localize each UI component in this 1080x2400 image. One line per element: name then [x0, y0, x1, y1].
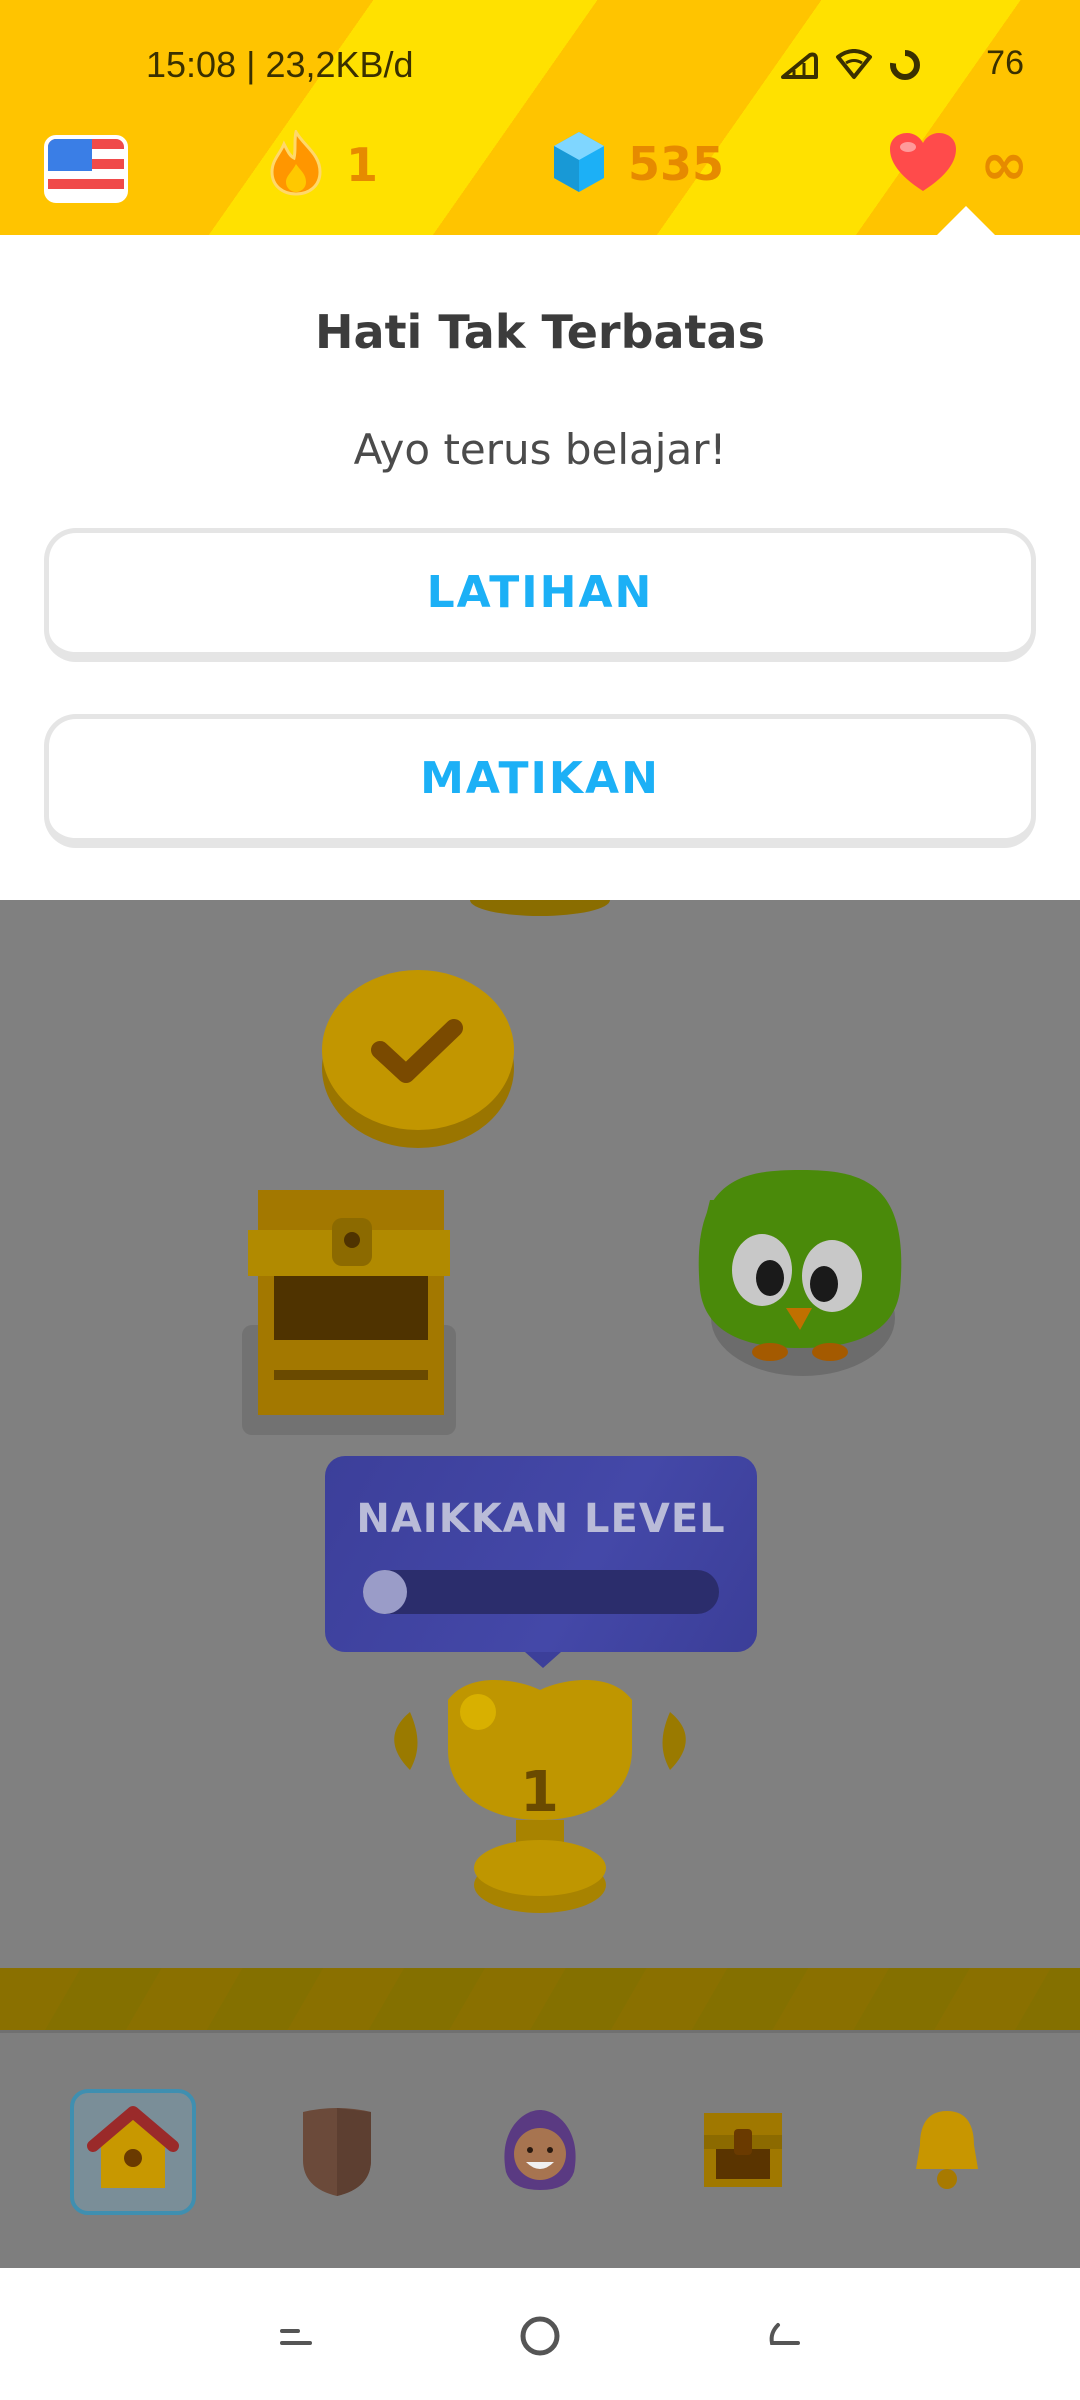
recents-button[interactable]	[256, 2298, 336, 2378]
tab-learn[interactable]	[70, 2089, 196, 2215]
owl-mascot	[698, 1170, 902, 1376]
course-flag-icon[interactable]	[44, 135, 128, 203]
home-button[interactable]	[500, 2298, 580, 2378]
unlimited-hearts-popover: Hati Tak Terbatas Ayo terus belajar! LAT…	[0, 235, 1080, 900]
status-time: 15:08 | 23,2KB/d	[146, 44, 414, 85]
hearts-counter[interactable]: ∞	[888, 130, 1028, 198]
dimmed-path-area[interactable]: 1 NAIKKAN LEVEL	[0, 900, 1080, 2268]
level-up-progress-track	[363, 1570, 719, 1614]
tab-profile[interactable]	[477, 2089, 603, 2215]
popover-pointer	[936, 206, 996, 235]
treasure-chest-node	[242, 1190, 456, 1435]
hearts-count: ∞	[980, 130, 1029, 198]
avatar-icon	[492, 2102, 588, 2202]
trophy-number: 1	[520, 1760, 559, 1825]
streak-count: 1	[346, 138, 379, 192]
bottom-tab-bar	[0, 2030, 1080, 2268]
level-up-label: NAIKKAN LEVEL	[356, 1496, 726, 1542]
tooltip-tail	[525, 1652, 561, 1668]
status-icons	[780, 48, 922, 86]
battery-level: 76	[986, 44, 1024, 82]
top-header: 15:08 | 23,2KB/d 76 1 535 ∞	[0, 0, 1080, 235]
gem-icon	[552, 130, 606, 198]
stats-row: 1 535 ∞	[0, 128, 1080, 210]
level-up-tooltip[interactable]: NAIKKAN LEVEL	[325, 1456, 757, 1668]
practice-button[interactable]: LATIHAN	[44, 528, 1036, 662]
unit-banner-edge	[0, 1968, 1080, 2030]
tab-shop[interactable]	[680, 2089, 806, 2215]
heart-icon	[888, 131, 958, 197]
wifi-icon	[834, 49, 874, 85]
chest-icon	[698, 2105, 788, 2199]
tab-notifications[interactable]	[884, 2089, 1010, 2215]
popover-title: Hati Tak Terbatas	[315, 305, 765, 359]
level-up-progress-fill	[363, 1570, 407, 1614]
tab-leagues[interactable]	[274, 2089, 400, 2215]
shield-icon	[295, 2102, 379, 2202]
gems-counter[interactable]: 535	[552, 130, 724, 198]
circle-home-icon	[518, 2314, 562, 2362]
battery-ring-icon	[888, 48, 922, 86]
streak-counter[interactable]: 1	[268, 128, 379, 200]
signal-icon	[780, 50, 820, 84]
system-nav-bar	[0, 2268, 1080, 2400]
partial-lesson-node	[470, 900, 610, 916]
back-button[interactable]	[744, 2298, 824, 2378]
gem-count: 535	[628, 137, 725, 191]
fire-icon	[268, 128, 324, 200]
popover-subtitle: Ayo terus belajar!	[353, 425, 727, 474]
back-icon	[764, 2319, 804, 2357]
menu-icon	[276, 2321, 316, 2355]
bell-icon	[904, 2105, 990, 2199]
turn-off-button[interactable]: MATIKAN	[44, 714, 1036, 848]
home-icon	[85, 2102, 181, 2202]
completed-lesson-node	[322, 970, 514, 1148]
